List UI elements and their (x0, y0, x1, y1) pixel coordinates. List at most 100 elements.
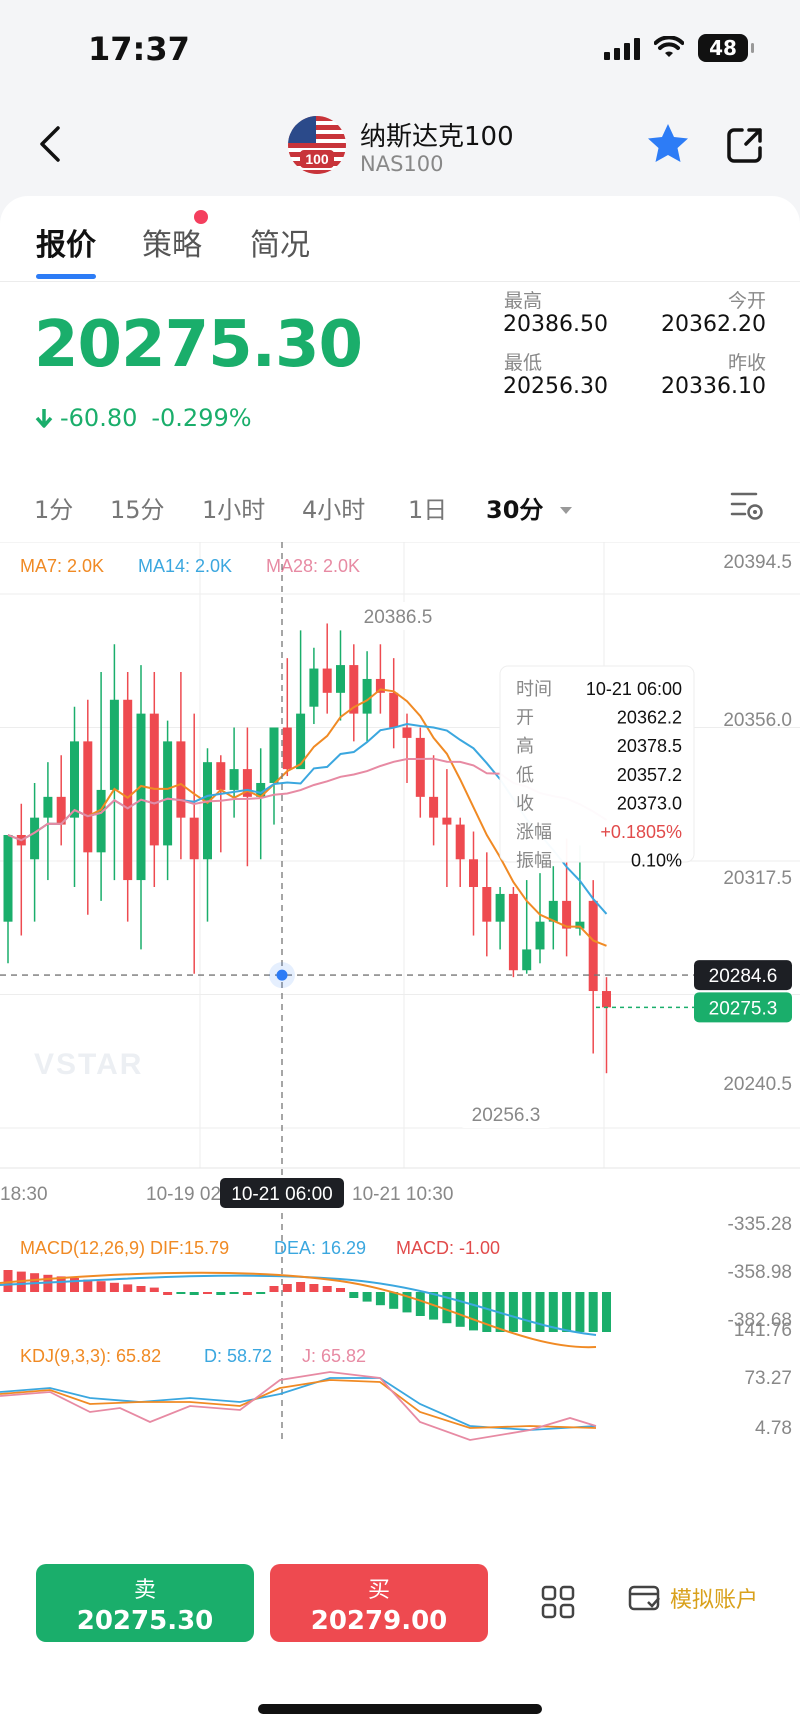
chart-settings-icon[interactable] (730, 488, 764, 522)
macd-bar (469, 1292, 478, 1331)
candle-body (189, 817, 199, 860)
ma-legend-2: MA28: 2.0K (266, 556, 360, 576)
candle-body (282, 727, 292, 770)
watermark: VSTAR (34, 1048, 143, 1081)
wallet-icon (628, 1585, 660, 1611)
x-tick-label: 10-19 02 (146, 1184, 221, 1205)
min-marker: 20256.3 (472, 1105, 541, 1126)
change-percent: -0.299% (151, 404, 252, 432)
tooltip-label: 开 (516, 708, 534, 728)
candle-body (43, 796, 53, 818)
buy-label: 买 (367, 1578, 390, 1603)
tooltip-value: 20362.2 (617, 708, 682, 728)
candle-body (415, 737, 425, 797)
candle-body (83, 741, 93, 853)
period-30m-label: 30分 (486, 496, 544, 524)
tab-quote[interactable]: 报价 (36, 220, 96, 264)
y-tick-label: 20394.5 (723, 552, 792, 573)
candle-body (429, 796, 439, 818)
tooltip-value: +0.1805% (600, 822, 682, 842)
kdj-y-tick: 141.76 (734, 1320, 792, 1341)
max-marker: 20386.5 (364, 607, 433, 628)
open-value: 20362.20 (661, 312, 766, 337)
tab-bar: 报价 策略 简况 (0, 196, 800, 282)
share-icon[interactable] (722, 122, 768, 168)
macd-bar (96, 1281, 106, 1292)
buy-price: 20279.00 (310, 1606, 448, 1636)
flag-badge: 100 (305, 151, 329, 167)
macd-bar (269, 1286, 279, 1292)
candle-body (123, 699, 133, 881)
candle-body (3, 834, 13, 922)
ma-legend-0: MA7: 2.0K (20, 556, 104, 576)
x-tick-label: 18:30 (0, 1184, 48, 1205)
candle-body (455, 824, 465, 860)
cellular-signal-icon (604, 36, 640, 60)
period-1d[interactable]: 1日 (408, 490, 447, 525)
macd-bar (389, 1292, 399, 1309)
y-tick-label: 20317.5 (723, 868, 792, 889)
candle-body (203, 762, 212, 860)
macd-bar (336, 1288, 345, 1292)
macd-legend-1: DEA: 16.29 (274, 1238, 366, 1258)
tab-strategy[interactable]: 策略 (142, 220, 202, 264)
macd-bar (256, 1292, 266, 1294)
change-value: -60.80 (60, 404, 138, 432)
candle-body (402, 727, 412, 738)
macd-legend-0: MACD(12,26,9) DIF:15.79 (20, 1238, 229, 1258)
wifi-icon (654, 36, 684, 57)
grid-menu-icon[interactable] (540, 1584, 576, 1620)
period-15m[interactable]: 15分 (110, 490, 165, 525)
kdj-y-tick: 4.78 (755, 1418, 792, 1439)
macd-y-tick: -358.98 (728, 1262, 792, 1283)
prev-close-value: 20336.10 (661, 374, 766, 399)
candle-body (136, 713, 146, 881)
candle-body (309, 668, 319, 707)
macd-bar (3, 1270, 13, 1292)
macd-bar (309, 1284, 319, 1292)
us-flag-icon: 100 (288, 116, 346, 174)
macd-bar (296, 1282, 306, 1292)
tooltip-label: 时间 (516, 679, 552, 699)
tooltip-label: 低 (516, 765, 534, 785)
prev-close-label: 昨收 (727, 352, 766, 374)
trade-bar: 卖 20275.30 买 20279.00 模拟账户 (0, 1544, 800, 1674)
macd-bar (415, 1292, 425, 1316)
macd-bar (203, 1292, 212, 1294)
period-4h[interactable]: 4小时 (302, 490, 365, 525)
candle-body (322, 668, 332, 693)
macd-bar (229, 1292, 239, 1294)
low-value: 20256.30 (503, 374, 608, 399)
candle-body (30, 817, 40, 860)
crosshair-price-value: 20284.6 (709, 966, 778, 987)
macd-bar (522, 1292, 532, 1332)
low-label: 最低 (504, 352, 543, 374)
price-chart[interactable]: 20394.5 20356.0 20317.5 20240.5 VSTAR MA7: 2.… (0, 542, 800, 1442)
macd-bar (176, 1292, 186, 1294)
candle-body (469, 859, 478, 888)
period-1h[interactable]: 1小时 (202, 490, 265, 525)
macd-bar (562, 1292, 572, 1332)
candle-body (508, 893, 518, 971)
macd-bar (322, 1286, 332, 1292)
status-time: 17:37 (88, 30, 190, 68)
macd-bar (588, 1292, 598, 1332)
back-button[interactable] (28, 122, 72, 166)
candle-body (389, 692, 399, 728)
period-1m[interactable]: 1分 (34, 490, 73, 525)
last-price: 20275.30 (34, 308, 363, 382)
buy-button[interactable]: 买 20279.00 (270, 1564, 488, 1642)
macd-bar (282, 1284, 292, 1292)
high-value: 20386.50 (503, 312, 608, 337)
home-indicator (258, 1704, 542, 1714)
tooltip-value: 20357.2 (617, 765, 682, 785)
macd-bar (216, 1292, 226, 1295)
period-30m[interactable]: 30分 (486, 490, 574, 525)
candle-body (442, 817, 452, 825)
price-change: -60.80 -0.299% (34, 404, 252, 432)
favorite-star-icon[interactable] (644, 120, 692, 168)
tooltip-label: 高 (516, 736, 534, 756)
sell-button[interactable]: 卖 20275.30 (36, 1564, 254, 1642)
tab-overview[interactable]: 简况 (250, 220, 310, 264)
demo-account-button[interactable]: 模拟账户 (628, 1582, 758, 1614)
